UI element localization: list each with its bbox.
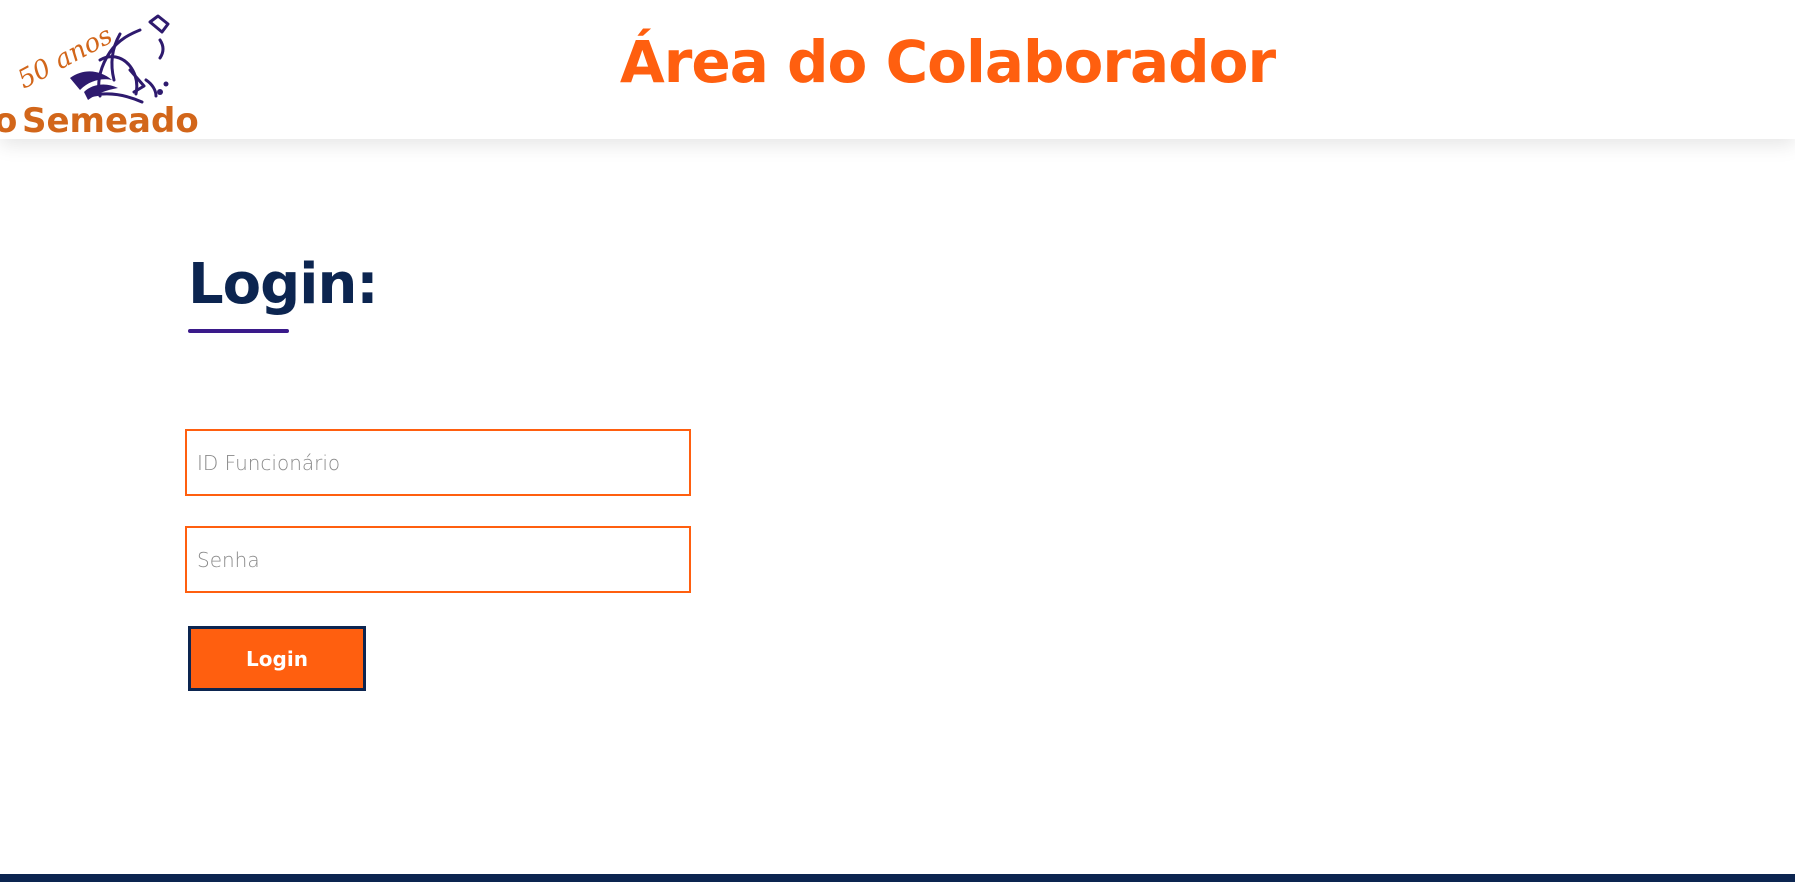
footer-bar [0, 874, 1795, 882]
login-section: Login: Login [0, 139, 1795, 874]
page-title: Área do Colaborador [619, 28, 1276, 96]
heading-underline [188, 329, 289, 333]
employee-id-input[interactable] [185, 429, 691, 496]
brand-prefix: o [0, 101, 17, 139]
site-header: 50 anos o Semeador Área do Colaborador [0, 0, 1795, 139]
brand-name: Semeador [22, 101, 200, 139]
login-button[interactable]: Login [188, 626, 366, 691]
password-input[interactable] [185, 526, 691, 593]
login-heading: Login: [188, 252, 379, 317]
